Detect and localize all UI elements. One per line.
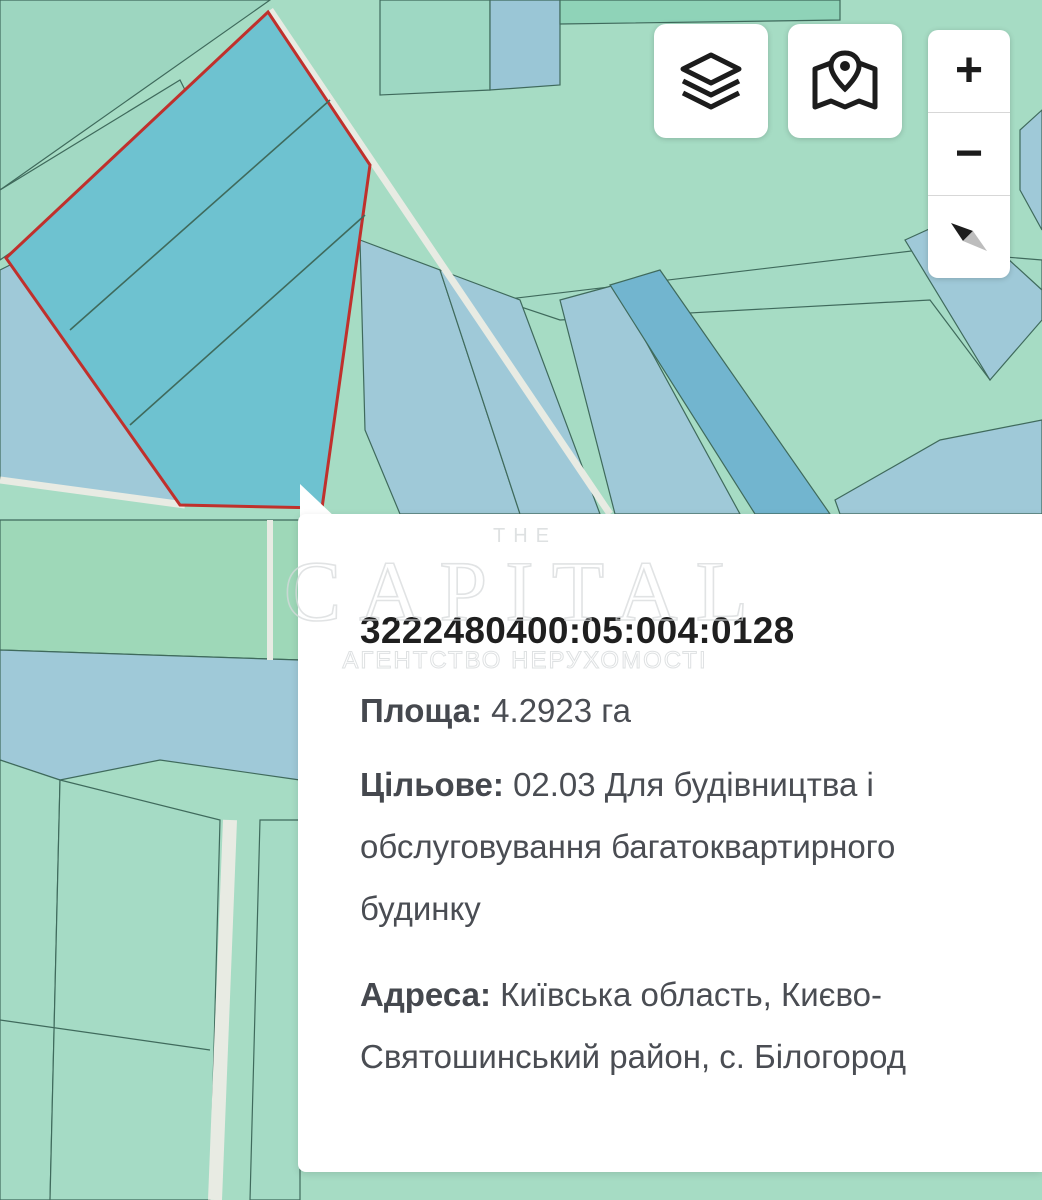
parcel	[379, 0, 491, 96]
map-pin-icon	[812, 50, 878, 110]
parcel-info-popup: 3222480400:05:004:0128 Площа: 4.2923 га …	[298, 514, 1042, 1172]
zoom-out-button[interactable]: −	[928, 113, 1010, 196]
purpose-value-line: будинку	[360, 890, 481, 927]
area-label: Площа:	[360, 692, 482, 729]
parcel	[489, 0, 561, 91]
address-value-line: Київська область, Києво-	[500, 976, 883, 1013]
purpose-value-line: обслуговування багатоквартирного	[360, 828, 896, 865]
area-value: 4.2923 га	[491, 692, 631, 729]
popup-pointer	[300, 484, 336, 518]
address-label: Адреса:	[360, 976, 491, 1013]
layers-button[interactable]	[654, 24, 768, 138]
plus-icon: +	[954, 44, 984, 97]
parcel	[559, 0, 841, 25]
address-row: Адреса: Київська область, Києво- Святоши…	[360, 964, 1042, 1088]
compass-icon	[951, 223, 987, 251]
purpose-value-line: 02.03 Для будівництва і	[513, 766, 874, 803]
parcel	[0, 519, 301, 661]
parcel	[0, 649, 301, 781]
parcel	[49, 779, 221, 1200]
minus-icon: −	[954, 127, 984, 180]
reset-north-button[interactable]	[928, 196, 1010, 278]
purpose-label: Цільове:	[360, 766, 504, 803]
zoom-controls: + −	[928, 30, 1010, 278]
address-value-line: Святошинський район, с. Білогород	[360, 1038, 907, 1075]
layers-icon	[680, 52, 742, 110]
purpose-row: Цільове: 02.03 Для будівництва і обслуго…	[360, 754, 1042, 940]
basemap-button[interactable]	[788, 24, 902, 138]
cadastral-number[interactable]: 3222480400:05:004:0128	[360, 610, 795, 652]
area-row: Площа: 4.2923 га	[360, 680, 1042, 742]
zoom-in-button[interactable]: +	[928, 30, 1010, 113]
